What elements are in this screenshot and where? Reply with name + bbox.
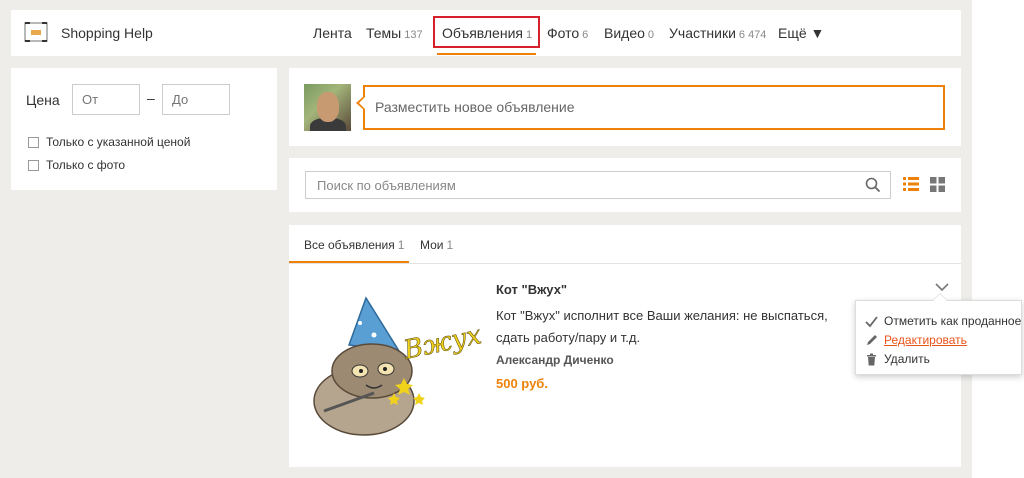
listing-image[interactable]: Вжух	[304, 293, 484, 438]
trash-icon	[867, 353, 876, 365]
price-from-input[interactable]	[72, 84, 140, 115]
nav-videos[interactable]: Видео 0	[604, 25, 654, 41]
only-with-photo-option[interactable]: Только с фото	[28, 158, 125, 172]
menu-item-delete[interactable]: Удалить	[865, 352, 930, 366]
active-nav-highlight	[433, 16, 540, 48]
group-logo-icon[interactable]	[24, 22, 48, 42]
ads-tabs: Все объявления 1 Мои 1	[289, 225, 961, 264]
listing-actions-menu: Отметить как проданное Редактировать Уда…	[855, 293, 1022, 375]
nav-feed[interactable]: Лента	[313, 25, 352, 41]
new-ad-input[interactable]: Разместить новое объявление	[356, 85, 945, 130]
user-avatar[interactable]	[304, 84, 351, 131]
search-placeholder: Поиск по объявлениям	[317, 178, 456, 193]
new-ad-placeholder: Разместить новое объявление	[375, 99, 575, 115]
nav-more[interactable]: Ещё ▼	[778, 25, 824, 41]
group-header: Shopping Help Лента Темы 137 Объявления 1 …	[11, 10, 961, 56]
nav-members[interactable]: Участники 6 474	[669, 25, 766, 41]
active-tab-underline	[289, 261, 409, 263]
checkmark-icon	[865, 315, 878, 327]
listing-description: Кот "Вжух" исполнит все Ваши желания: не…	[496, 308, 828, 345]
price-filter-panel: Цена – Только с указанной ценой Только с…	[11, 68, 277, 190]
only-with-price-label: Только с указанной ценой	[46, 135, 191, 149]
listing-title[interactable]: Кот "Вжух"	[496, 282, 567, 297]
list-view-icon[interactable]	[903, 177, 919, 191]
nav-photos[interactable]: Фото 6	[547, 25, 588, 41]
ads-search-bar: Поиск по объявлениям	[289, 158, 961, 212]
chevron-down-icon[interactable]	[935, 282, 949, 292]
new-ad-box: Разместить новое объявление	[289, 68, 961, 146]
svg-text:Вжух: Вжух	[400, 320, 484, 366]
group-name[interactable]: Shopping Help	[61, 25, 153, 41]
only-with-price-checkbox[interactable]	[28, 136, 39, 148]
menu-item-mark-sold[interactable]: Отметить как проданное	[865, 314, 1021, 328]
right-panel	[972, 0, 1024, 478]
ads-search-input[interactable]: Поиск по объявлениям	[305, 171, 891, 199]
price-label: Цена	[26, 92, 60, 108]
price-range-dash: –	[147, 90, 155, 106]
nav-topics[interactable]: Темы 137	[366, 25, 423, 41]
only-with-photo-checkbox[interactable]	[28, 159, 39, 171]
grid-view-icon[interactable]	[930, 177, 945, 192]
price-to-input[interactable]	[162, 84, 230, 115]
listing-price: 500 руб.	[496, 376, 548, 391]
menu-item-edit[interactable]: Редактировать	[865, 333, 967, 347]
listing-author[interactable]: Александр Диченко	[496, 353, 614, 367]
pencil-icon	[867, 334, 877, 345]
search-icon[interactable]	[864, 176, 882, 194]
tab-all-ads[interactable]: Все объявления 1	[304, 238, 404, 252]
tab-my-ads[interactable]: Мои 1	[420, 238, 453, 252]
active-nav-underline	[437, 53, 536, 55]
only-with-price-option[interactable]: Только с указанной ценой	[28, 135, 190, 149]
only-with-photo-label: Только с фото	[46, 158, 126, 172]
